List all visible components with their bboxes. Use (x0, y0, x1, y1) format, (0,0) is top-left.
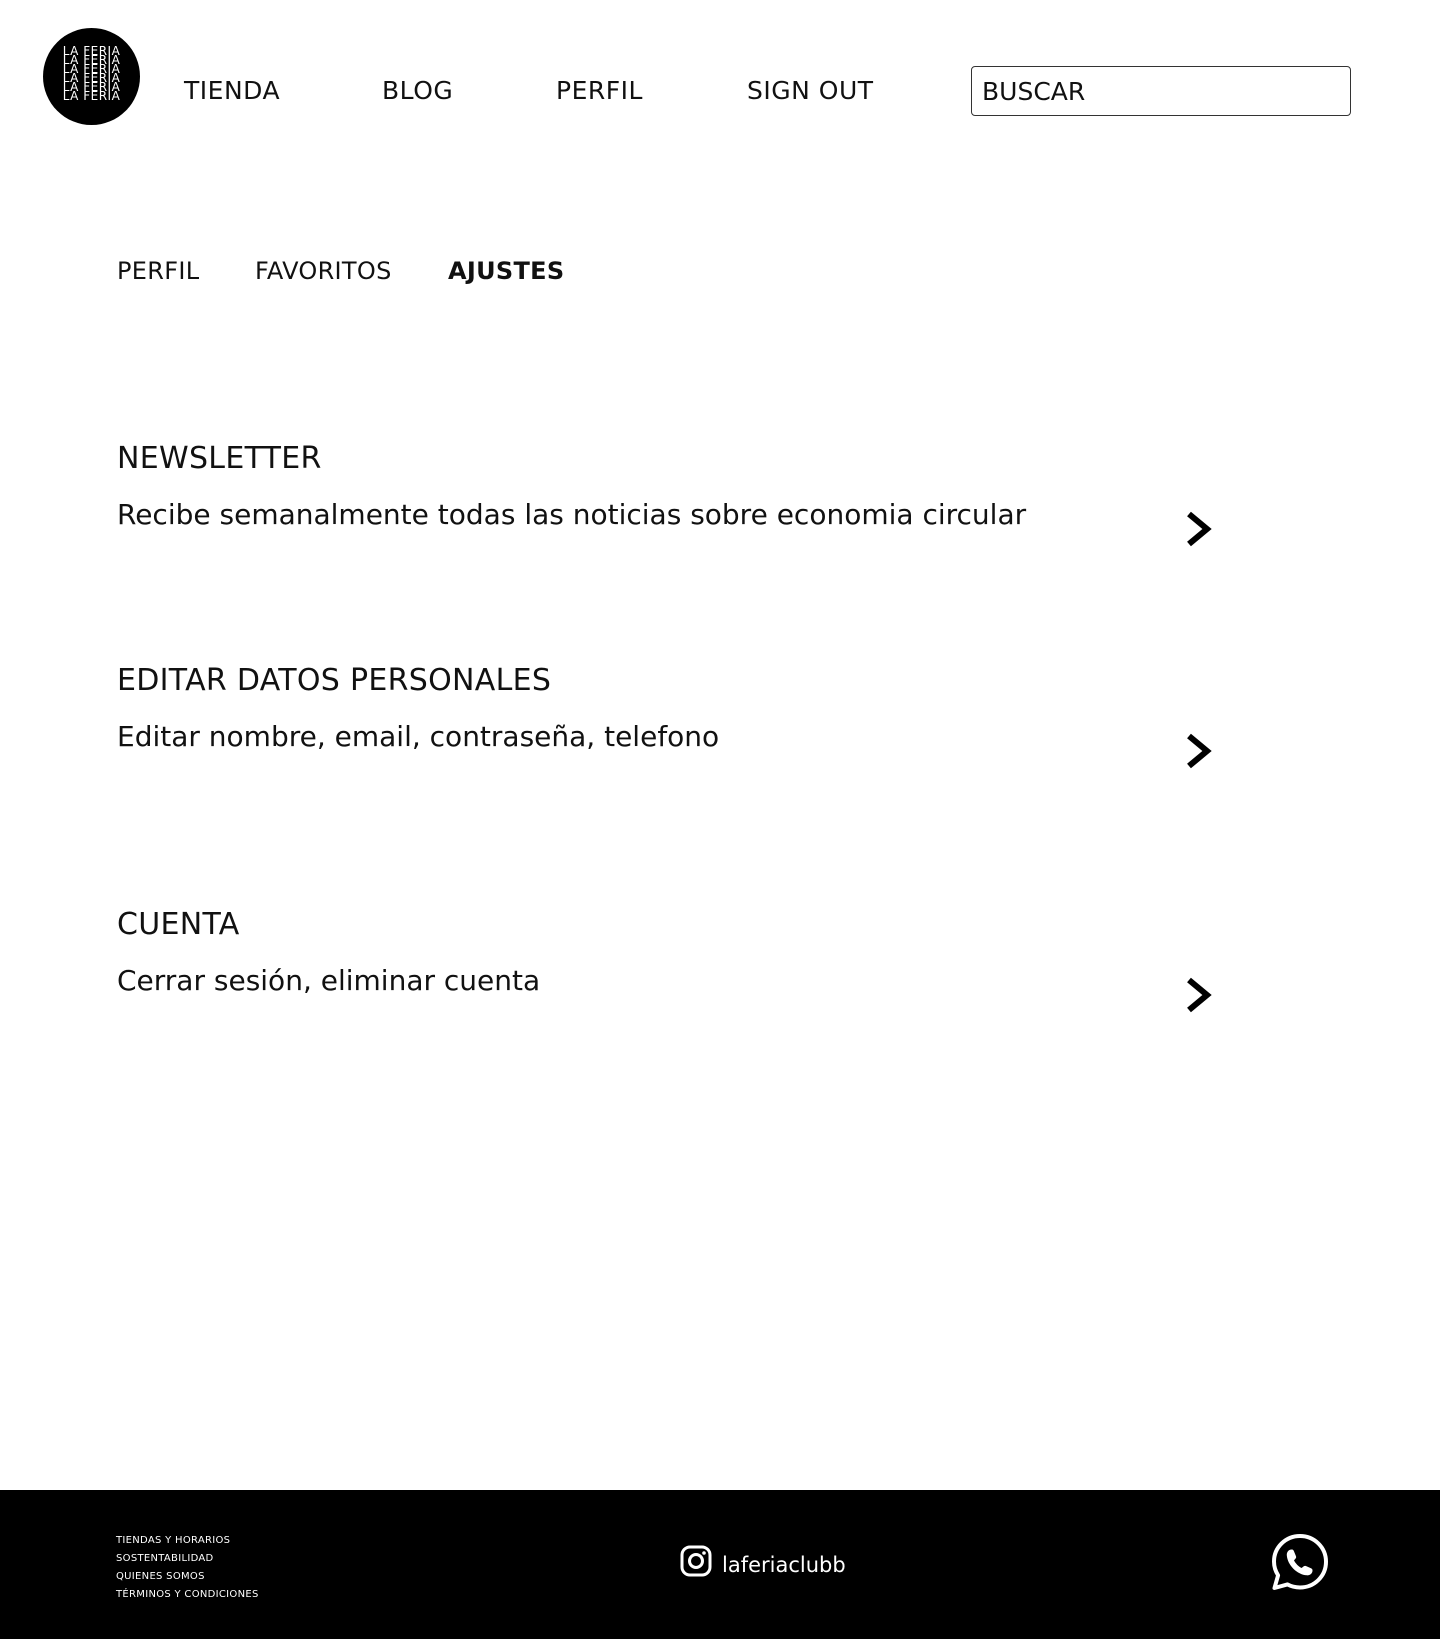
chevron-right-icon[interactable] (1183, 509, 1215, 549)
section-title: NEWSLETTER (117, 441, 322, 476)
nav-sign-out[interactable]: SIGN OUT (747, 75, 874, 107)
section-title: EDITAR DATOS PERSONALES (117, 663, 552, 698)
section-description: Cerrar sesión, eliminar cuenta (117, 964, 541, 997)
instagram-icon[interactable] (680, 1545, 712, 1577)
newsletter-setting[interactable]: NEWSLETTER Recibe semanalmente todas las… (117, 440, 1227, 550)
footer-link-quienes-somos[interactable]: QUIENES SOMOS (116, 1568, 259, 1586)
section-description: Recibe semanalmente todas las noticias s… (117, 498, 1027, 531)
footer-links: TIENDAS Y HORARIOS SOSTENTABILIDAD QUIEN… (116, 1532, 259, 1604)
nav-blog[interactable]: BLOG (382, 75, 453, 107)
section-description: Editar nombre, email, contraseña, telefo… (117, 720, 720, 753)
chevron-right-icon[interactable] (1183, 731, 1215, 771)
tab-perfil[interactable]: PERFIL (117, 255, 199, 287)
settings-page: LA FERIA LA FERIA LA FERIA LA FERIA LA F… (0, 0, 1440, 1639)
whatsapp-icon[interactable] (1270, 1532, 1330, 1592)
edit-personal-data-setting[interactable]: EDITAR DATOS PERSONALES Editar nombre, e… (117, 662, 1227, 772)
instagram-handle[interactable]: laferiaclubb (722, 1551, 846, 1579)
footer-link-sostenibilidad[interactable]: SOSTENTABILIDAD (116, 1550, 259, 1568)
tab-ajustes[interactable]: AJUSTES (448, 255, 564, 287)
footer-link-terminos[interactable]: TÉRMINOS Y CONDICIONES (116, 1586, 259, 1604)
chevron-right-icon[interactable] (1183, 975, 1215, 1015)
footer: TIENDAS Y HORARIOS SOSTENTABILIDAD QUIEN… (0, 1490, 1440, 1639)
section-title: CUENTA (117, 907, 240, 942)
tab-favoritos[interactable]: FAVORITOS (255, 255, 392, 287)
logo-text: LA FERIA (62, 89, 121, 103)
nav-tienda[interactable]: TIENDA (184, 75, 280, 107)
search-input[interactable] (971, 66, 1351, 116)
account-setting[interactable]: CUENTA Cerrar sesión, eliminar cuenta (117, 906, 1227, 1016)
nav-perfil[interactable]: PERFIL (556, 75, 643, 107)
la-feria-logo[interactable]: LA FERIA LA FERIA LA FERIA LA FERIA LA F… (43, 28, 140, 125)
footer-link-tiendas-horarios[interactable]: TIENDAS Y HORARIOS (116, 1532, 259, 1550)
